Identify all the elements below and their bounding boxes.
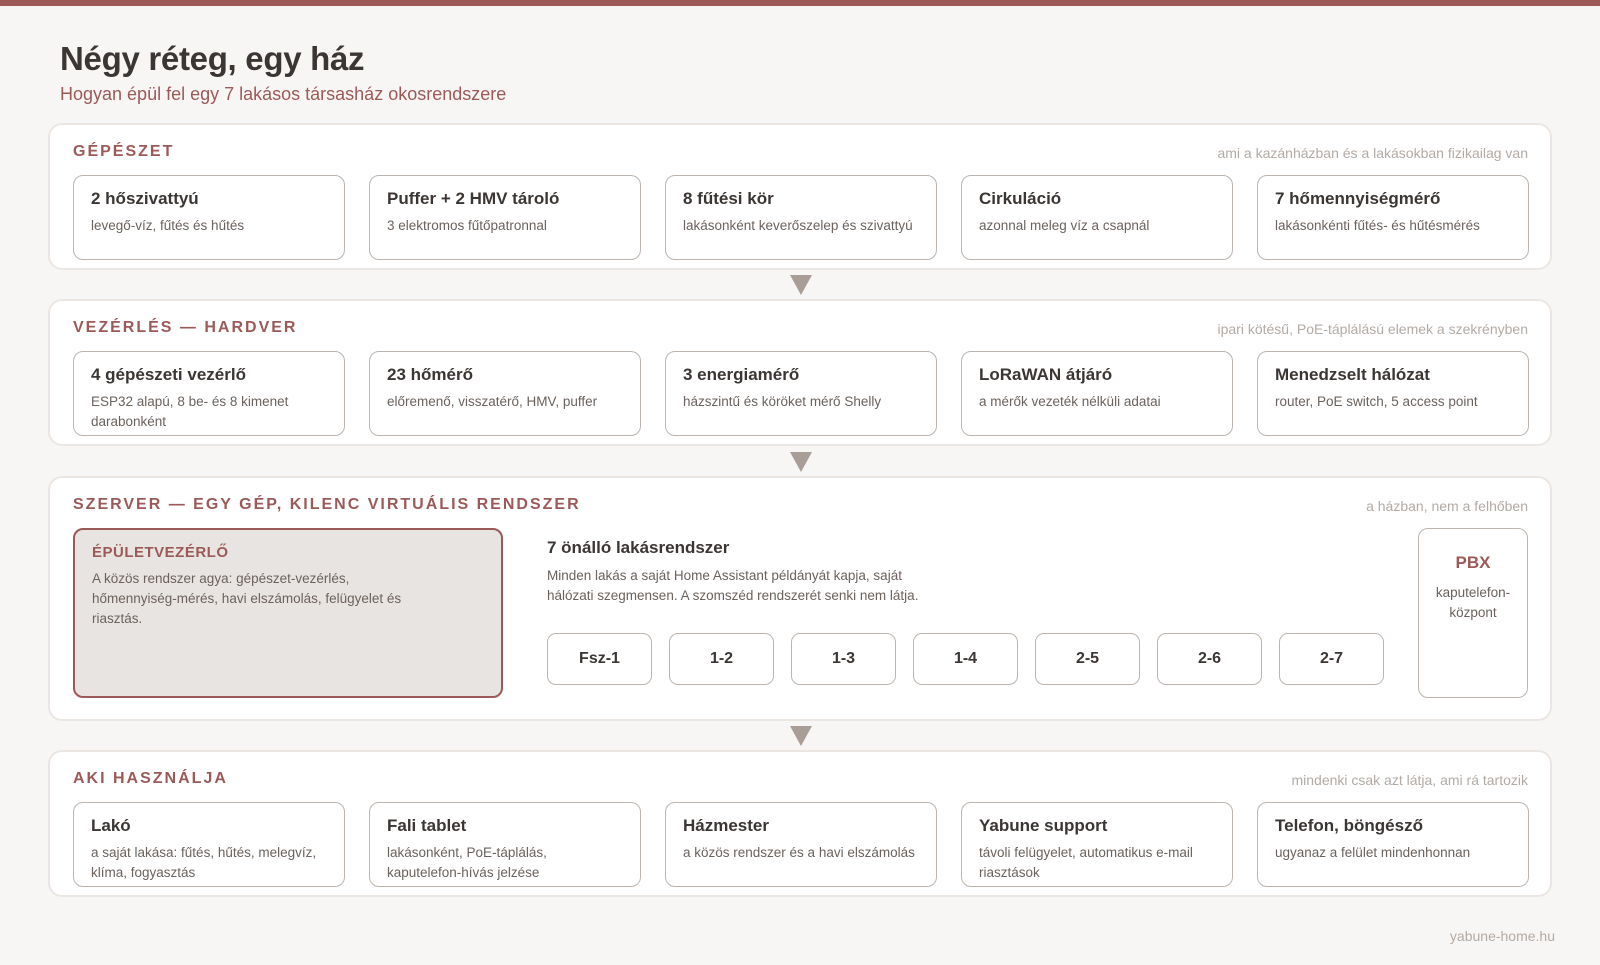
apartment-unit: 1-3: [791, 633, 896, 685]
down-arrow-icon: [790, 275, 812, 295]
building-desc: A közös rendszer agya: gépészet-vezérlés…: [92, 571, 402, 626]
card-hoszivattyu: 2 hőszivattyú levegő-víz, fűtés és hűtés: [73, 175, 345, 260]
page-title: Négy réteg, egy ház: [60, 40, 365, 77]
card-homero: 23 hőmérő előremenő, visszatérő, HMV, pu…: [369, 351, 641, 436]
card-title: 8 fűtési kör: [683, 189, 774, 208]
card-row: 4 gépészeti vezérlő ESP32 alapú, 8 be- é…: [73, 351, 1529, 436]
card-row: 2 hőszivattyú levegő-víz, fűtés és hűtés…: [73, 175, 1529, 260]
card-cirkulacio: Cirkuláció azonnal meleg víz a csapnál: [961, 175, 1233, 260]
layer-title: AKI HASZNÁLJA: [73, 770, 228, 787]
card-lako: Lakó a saját lakása: fűtés, hűtés, meleg…: [73, 802, 345, 887]
layer-note: ami a kazánházban és a lakásokban fizika…: [1217, 145, 1528, 161]
top-accent-bar: [0, 0, 1600, 6]
card-title: Házmester: [683, 816, 769, 835]
down-arrow-icon: [790, 726, 812, 746]
card-fali-tablet: Fali tablet lakásonként, PoE-táplálás, k…: [369, 802, 641, 887]
card-desc: levegő-víz, fűtés és hűtés: [91, 218, 245, 233]
card-title: Lakó: [91, 816, 131, 835]
card-desc: előremenő, visszatérő, HMV, puffer: [387, 394, 598, 409]
card-desc: lakásonkénti fűtés- és hűtésmérés: [1275, 218, 1480, 233]
apartment-unit-row: Fsz-1 1-2 1-3 1-4 2-5 2-6 2-7: [547, 633, 1384, 685]
apartment-systems-title: 7 önálló lakásrendszer: [547, 538, 730, 557]
layer-note: a házban, nem a felhőben: [1366, 498, 1528, 514]
card-title: Fali tablet: [387, 816, 467, 835]
card-title: 3 energiamérő: [683, 365, 800, 384]
card-title: 2 hőszivattyú: [91, 189, 199, 208]
card-title: Cirkuláció: [979, 189, 1062, 208]
layer-title: SZERVER — EGY GÉP, KILENC VIRTUÁLIS REND…: [73, 496, 581, 513]
apartment-systems: 7 önálló lakásrendszer Minden lakás a sa…: [547, 538, 1384, 685]
card-lorawan: LoRaWAN átjáró a mérők vezeték nélküli a…: [961, 351, 1233, 436]
apartment-unit: 2-5: [1035, 633, 1140, 685]
apartment-unit: 2-6: [1157, 633, 1262, 685]
layer-vezerles-hardver: VEZÉRLÉS — HARDVER ipari kötésű, PoE-táp…: [48, 299, 1552, 446]
building-title: ÉPÜLETVEZÉRLŐ: [92, 544, 229, 561]
layer-title: VEZÉRLÉS — HARDVER: [73, 319, 298, 336]
layer-note: ipari kötésű, PoE-táplálású elemek a sze…: [1217, 321, 1528, 337]
card-telefon-bongeszo: Telefon, böngésző ugyanaz a felület mind…: [1257, 802, 1529, 887]
card-title: Telefon, böngésző: [1275, 816, 1423, 835]
pbx-title: PBX: [1455, 553, 1491, 572]
card-title: Yabune support: [979, 816, 1108, 835]
card-homennyisegmero: 7 hőmennyiségmérő lakásonkénti fűtés- és…: [1257, 175, 1529, 260]
card-energiamero: 3 energiamérő házszintű és köröket mérő …: [665, 351, 937, 436]
apartment-unit: 1-4: [913, 633, 1018, 685]
card-desc: 3 elektromos fűtőpatronnal: [387, 218, 547, 233]
apartment-unit: 1-2: [669, 633, 774, 685]
card-desc: lakásonként keverőszelep és szivattyú: [683, 218, 913, 233]
card-desc: a mérők vezeték nélküli adatai: [979, 394, 1161, 409]
apartment-unit: 2-7: [1279, 633, 1384, 685]
layer-aki-hasznalja: AKI HASZNÁLJA mindenki csak azt látja, a…: [48, 750, 1552, 897]
layer-gepeszet: GÉPÉSZET ami a kazánházban és a lakásokb…: [48, 123, 1552, 270]
apartment-systems-desc: Minden lakás a saját Home Assistant péld…: [547, 568, 919, 603]
card-desc: a saját lakása: fűtés, hűtés, melegvíz, …: [91, 845, 317, 880]
card-gepeszeti-vezerlo: 4 gépészeti vezérlő ESP32 alapú, 8 be- é…: [73, 351, 345, 436]
card-desc: házszintű és köröket mérő Shelly: [683, 394, 882, 409]
page-subtitle: Hogyan épül fel egy 7 lakásos társasház …: [60, 84, 507, 104]
layer-szerver: SZERVER — EGY GÉP, KILENC VIRTUÁLIS REND…: [48, 476, 1552, 721]
card-desc: lakásonként, PoE-táplálás, kaputelefon-h…: [387, 845, 547, 880]
apartment-unit: Fsz-1: [547, 633, 652, 685]
card-yabune-support: Yabune support távoli felügyelet, automa…: [961, 802, 1233, 887]
card-desc: ugyanaz a felület mindenhonnan: [1275, 845, 1471, 860]
card-title: LoRaWAN átjáró: [979, 365, 1113, 384]
card-title: 7 hőmennyiségmérő: [1275, 189, 1441, 208]
building-controller-panel: ÉPÜLETVEZÉRLŐ A közös rendszer agya: gép…: [73, 528, 503, 698]
card-row: Lakó a saját lakása: fűtés, hűtés, meleg…: [73, 802, 1529, 887]
card-halozat: Menedzselt hálózat router, PoE switch, 5…: [1257, 351, 1529, 436]
card-title: 23 hőmérő: [387, 365, 473, 384]
footer-website: yabune-home.hu: [1449, 928, 1555, 944]
layer-title: GÉPÉSZET: [73, 143, 175, 160]
layer-note: mindenki csak azt látja, ami rá tartozik: [1291, 772, 1528, 788]
card-desc: a közös rendszer és a havi elszámolás: [683, 845, 915, 860]
card-desc: távoli felügyelet, automatikus e-mail ri…: [979, 845, 1193, 880]
card-desc: ESP32 alapú, 8 be- és 8 kimenet darabonk…: [91, 394, 289, 429]
card-title: Puffer + 2 HMV tároló: [387, 189, 560, 208]
pbx-card: PBX kaputelefon-központ: [1418, 528, 1528, 698]
card-desc: router, PoE switch, 5 access point: [1275, 394, 1478, 409]
down-arrow-icon: [790, 452, 812, 472]
pbx-desc: kaputelefon-központ: [1435, 585, 1511, 620]
card-title: Menedzselt hálózat: [1275, 365, 1430, 384]
card-desc: azonnal meleg víz a csapnál: [979, 218, 1150, 233]
card-puffer: Puffer + 2 HMV tároló 3 elektromos fűtőp…: [369, 175, 641, 260]
card-hazmester: Házmester a közös rendszer és a havi els…: [665, 802, 937, 887]
card-title: 4 gépészeti vezérlő: [91, 365, 246, 384]
card-futesi-kor: 8 fűtési kör lakásonként keverőszelep és…: [665, 175, 937, 260]
